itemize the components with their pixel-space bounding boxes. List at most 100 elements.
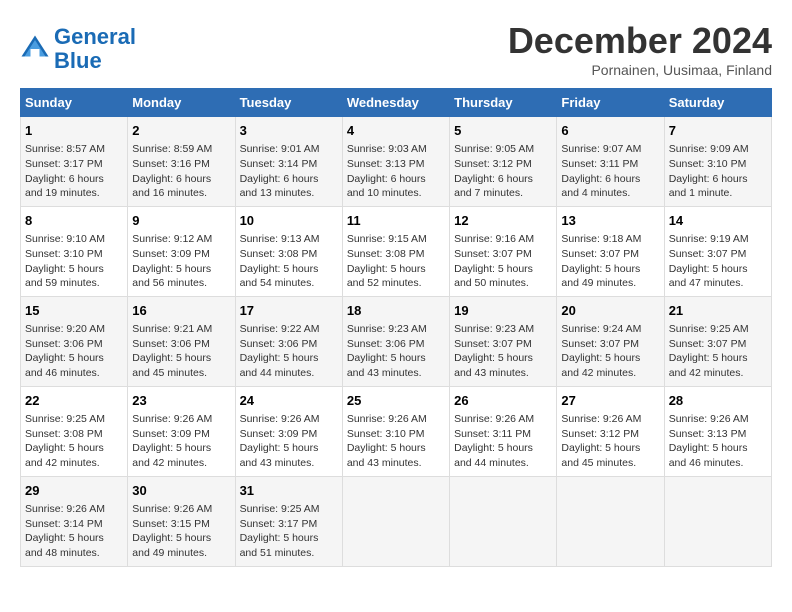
sunrise-info: Sunrise: 9:13 AM	[240, 233, 320, 245]
sunrise-info: Sunrise: 9:01 AM	[240, 143, 320, 155]
sunset-info: Sunset: 3:06 PM	[132, 338, 210, 350]
header-day-tuesday: Tuesday	[235, 89, 342, 117]
sunset-info: Sunset: 3:14 PM	[25, 518, 103, 530]
sunset-info: Sunset: 3:11 PM	[454, 428, 531, 440]
sunset-info: Sunset: 3:12 PM	[561, 428, 639, 440]
calendar-cell: 6Sunrise: 9:07 AMSunset: 3:11 PMDaylight…	[557, 117, 664, 207]
day-number: 6	[561, 122, 659, 140]
day-number: 7	[669, 122, 767, 140]
calendar-cell: 27 Sunrise: 9:26 AM Sunset: 3:12 PM Dayligh…	[557, 386, 664, 476]
week-row-3: 15Sunrise: 9:20 AMSunset: 3:06 PMDayligh…	[21, 296, 772, 386]
calendar-cell	[557, 476, 664, 566]
sunrise-info: Sunrise: 9:26 AM	[240, 413, 320, 425]
day-number: 31	[240, 482, 338, 500]
sunrise-info: Sunrise: 9:26 AM	[454, 413, 534, 425]
calendar-cell: 18Sunrise: 9:23 AMSunset: 3:06 PMDayligh…	[342, 296, 449, 386]
header-day-saturday: Saturday	[664, 89, 771, 117]
calendar-header: SundayMondayTuesdayWednesdayThursdayFrid…	[21, 89, 772, 117]
daylight-info: Daylight: 5 hours and 46 minutes.	[25, 352, 104, 379]
day-number: 15	[25, 302, 123, 320]
calendar-cell: 30Sunrise: 9:26 AMSunset: 3:15 PMDayligh…	[128, 476, 235, 566]
calendar-cell: 10Sunrise: 9:13 AMSunset: 3:08 PMDayligh…	[235, 206, 342, 296]
sunrise-info: Sunrise: 9:19 AM	[669, 233, 749, 245]
daylight-info: Daylight: 5 hours and 49 minutes.	[561, 263, 640, 290]
sunrise-info: Sunrise: 9:25 AM	[669, 323, 749, 335]
day-number: 21	[669, 302, 767, 320]
day-number: 24	[240, 392, 338, 410]
daylight-info: Daylight: 6 hours and 1 minute.	[669, 173, 748, 200]
day-number: 13	[561, 212, 659, 230]
calendar-cell: 11Sunrise: 9:15 AMSunset: 3:08 PMDayligh…	[342, 206, 449, 296]
week-row-1: 1Sunrise: 8:57 AMSunset: 3:17 PMDaylight…	[21, 117, 772, 207]
header-row: SundayMondayTuesdayWednesdayThursdayFrid…	[21, 89, 772, 117]
sunset-info: Sunset: 3:06 PM	[25, 338, 103, 350]
calendar-cell: 22Sunrise: 9:25 AMSunset: 3:08 PMDayligh…	[21, 386, 128, 476]
daylight-info: Daylight: 5 hours and 45 minutes.	[561, 442, 640, 469]
header-day-wednesday: Wednesday	[342, 89, 449, 117]
daylight-info: Daylight: 6 hours and 7 minutes.	[454, 173, 533, 200]
day-number: 17	[240, 302, 338, 320]
calendar-cell	[450, 476, 557, 566]
daylight-info: Daylight: 5 hours and 43 minutes.	[347, 442, 426, 469]
sunrise-info: Sunrise: 9:26 AM	[132, 503, 212, 515]
sunset-info: Sunset: 3:09 PM	[132, 428, 210, 440]
daylight-info: Daylight: 6 hours and 16 minutes.	[132, 173, 211, 200]
calendar-cell: 15Sunrise: 9:20 AMSunset: 3:06 PMDayligh…	[21, 296, 128, 386]
daylight-info: Daylight: 6 hours and 19 minutes.	[25, 173, 104, 200]
header: General Blue December 2024 Pornainen, Uu…	[20, 20, 772, 78]
location-subtitle: Pornainen, Uusimaa, Finland	[508, 62, 772, 78]
daylight-info: Daylight: 6 hours and 13 minutes.	[240, 173, 319, 200]
day-number: 22	[25, 392, 123, 410]
day-number: 23	[132, 392, 230, 410]
daylight-info: Daylight: 5 hours and 46 minutes.	[669, 442, 748, 469]
sunrise-info: Sunrise: 9:16 AM	[454, 233, 534, 245]
daylight-info: Daylight: 5 hours and 54 minutes.	[240, 263, 319, 290]
sunrise-info: Sunrise: 9:10 AM	[25, 233, 105, 245]
sunrise-info: Sunrise: 9:07 AM	[561, 143, 641, 155]
sunrise-info: Sunrise: 9:23 AM	[454, 323, 534, 335]
day-number: 27	[561, 392, 659, 410]
calendar-cell: 24Sunrise: 9:26 AMSunset: 3:09 PMDayligh…	[235, 386, 342, 476]
daylight-info: Daylight: 5 hours and 43 minutes.	[240, 442, 319, 469]
calendar-cell	[664, 476, 771, 566]
daylight-info: Daylight: 5 hours and 49 minutes.	[132, 532, 211, 559]
daylight-info: Daylight: 5 hours and 44 minutes.	[454, 442, 533, 469]
sunrise-info: Sunrise: 9:25 AM	[25, 413, 105, 425]
sunrise-info: Sunrise: 9:12 AM	[132, 233, 212, 245]
daylight-info: Daylight: 5 hours and 52 minutes.	[347, 263, 426, 290]
day-number: 26	[454, 392, 552, 410]
sunrise-info: Sunrise: 9:22 AM	[240, 323, 320, 335]
calendar-cell: 20Sunrise: 9:24 AMSunset: 3:07 PMDayligh…	[557, 296, 664, 386]
calendar-cell: 13 Sunrise: 9:18 AM Sunset: 3:07 PM Dayligh…	[557, 206, 664, 296]
day-number: 10	[240, 212, 338, 230]
sunrise-info: Sunrise: 8:57 AM	[25, 143, 105, 155]
sunrise-info: Sunrise: 9:18 AM	[561, 233, 641, 245]
day-number: 3	[240, 122, 338, 140]
calendar-cell: 2Sunrise: 8:59 AMSunset: 3:16 PMDaylight…	[128, 117, 235, 207]
calendar-cell: 9Sunrise: 9:12 AMSunset: 3:09 PMDaylight…	[128, 206, 235, 296]
calendar-cell: 5Sunrise: 9:05 AMSunset: 3:12 PMDaylight…	[450, 117, 557, 207]
sunset-info: Sunset: 3:07 PM	[561, 248, 639, 260]
day-number: 12	[454, 212, 552, 230]
day-number: 1	[25, 122, 123, 140]
logo-text: General Blue	[54, 25, 136, 73]
sunset-info: Sunset: 3:06 PM	[240, 338, 318, 350]
sunset-info: Sunset: 3:12 PM	[454, 158, 532, 170]
sunset-info: Sunset: 3:14 PM	[240, 158, 318, 170]
sunrise-info: Sunrise: 9:03 AM	[347, 143, 427, 155]
sunset-info: Sunset: 3:08 PM	[25, 428, 103, 440]
day-number: 2	[132, 122, 230, 140]
day-number: 18	[347, 302, 445, 320]
week-row-5: 29Sunrise: 9:26 AMSunset: 3:14 PMDayligh…	[21, 476, 772, 566]
sunrise-info: Sunrise: 9:26 AM	[132, 413, 212, 425]
sunrise-info: Sunrise: 9:21 AM	[132, 323, 212, 335]
sunrise-info: Sunrise: 9:26 AM	[561, 413, 641, 425]
calendar-cell: 23 Sunrise: 9:26 AM Sunset: 3:09 PM Dayligh…	[128, 386, 235, 476]
sunrise-info: Sunrise: 8:59 AM	[132, 143, 212, 155]
calendar-cell: 25Sunrise: 9:26 AMSunset: 3:10 PMDayligh…	[342, 386, 449, 476]
month-title: December 2024	[508, 20, 772, 62]
calendar-cell: 3 Sunrise: 9:01 AM Sunset: 3:14 PM Daylight…	[235, 117, 342, 207]
daylight-info: Daylight: 5 hours and 42 minutes.	[132, 442, 211, 469]
daylight-info: Daylight: 5 hours and 43 minutes.	[454, 352, 533, 379]
sunset-info: Sunset: 3:15 PM	[132, 518, 210, 530]
